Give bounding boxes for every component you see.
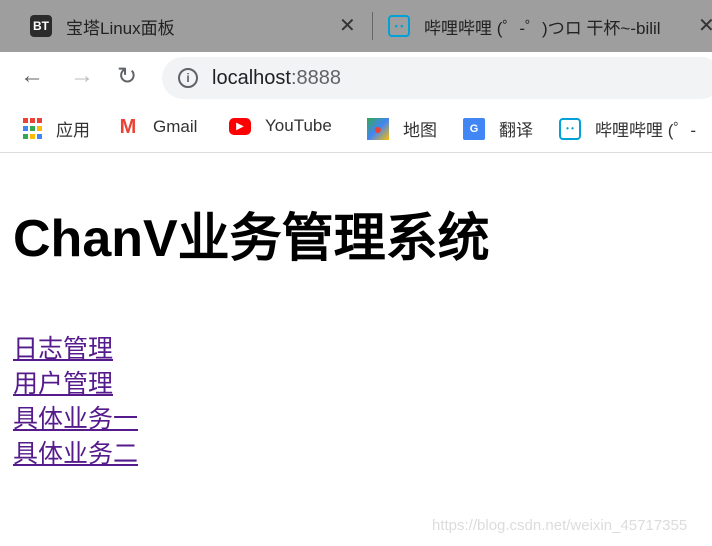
maps-icon: ● [367,117,389,140]
bookmark-label: Gmail [153,117,198,136]
bookmark-youtube[interactable]: ▶ YouTube [229,116,332,136]
bookmark-gmail[interactable]: M Gmail [117,115,198,138]
youtube-icon: ▶ [229,117,251,135]
tab-close-icon[interactable]: ✕ [339,13,356,38]
url-text: localhost:8888 [212,67,341,90]
bookmark-maps[interactable]: ● 地图 [367,116,437,141]
baota-favicon-icon: BT [30,15,52,37]
link-user-management[interactable]: 用户管理 [13,367,138,402]
tab-bar: BT 宝塔Linux面板 ✕ • • 哔哩哔哩 (゜-゜)つロ 干杯~-bili… [0,0,712,52]
bookmark-bilibili[interactable]: • • 哔哩哔哩 (゜- [559,116,696,141]
tab-close-icon[interactable]: ✕ [698,13,712,38]
reload-icon[interactable]: ↻ [117,62,137,91]
bookmarks-bar: 应用 M Gmail ▶ YouTube ● 地图 G 翻译 • • 哔哩哔哩 … [0,102,712,153]
gmail-icon: M [119,115,137,138]
translate-icon: G [463,117,485,140]
url-port: :8888 [290,66,341,89]
url-host: localhost [212,66,291,89]
bookmark-label: 哔哩哔哩 (゜- [595,121,697,140]
bookmark-translate[interactable]: G 翻译 [463,116,533,141]
link-business-one[interactable]: 具体业务一 [13,402,138,437]
bookmark-label: 翻译 [499,121,533,140]
bilibili-icon: • • [388,15,410,37]
bookmark-apps[interactable]: 应用 [23,116,90,141]
tab-title: 宝塔Linux面板 [66,18,175,38]
bilibili-icon: • • [559,117,581,140]
back-icon[interactable]: ← [20,62,44,90]
bookmark-label: 地图 [403,121,437,140]
link-log-management[interactable]: 日志管理 [13,332,138,367]
info-icon[interactable]: i [178,68,198,88]
page-title: ChanV业务管理系统 [13,210,490,268]
link-business-two[interactable]: 具体业务二 [13,437,138,472]
tab-separator [372,12,373,40]
browser-toolbar: ← → ↻ i localhost:8888 [0,52,712,102]
bookmark-label: 应用 [56,121,90,140]
tab-title: 哔哩哔哩 (゜-゜)つロ 干杯~-bilil [424,18,661,38]
address-bar[interactable]: i localhost:8888 [162,57,712,99]
apps-icon [23,118,42,140]
watermark: https://blog.csdn.net/weixin_45717355 [432,517,688,534]
nav-links: 日志管理 用户管理 具体业务一 具体业务二 [13,332,138,472]
tab-baota[interactable]: BT 宝塔Linux面板 [30,0,360,52]
tab-bilibili[interactable]: • • 哔哩哔哩 (゜-゜)つロ 干杯~-bilil [388,0,712,52]
forward-icon[interactable]: → [70,62,94,90]
bookmark-label: YouTube [265,116,332,135]
